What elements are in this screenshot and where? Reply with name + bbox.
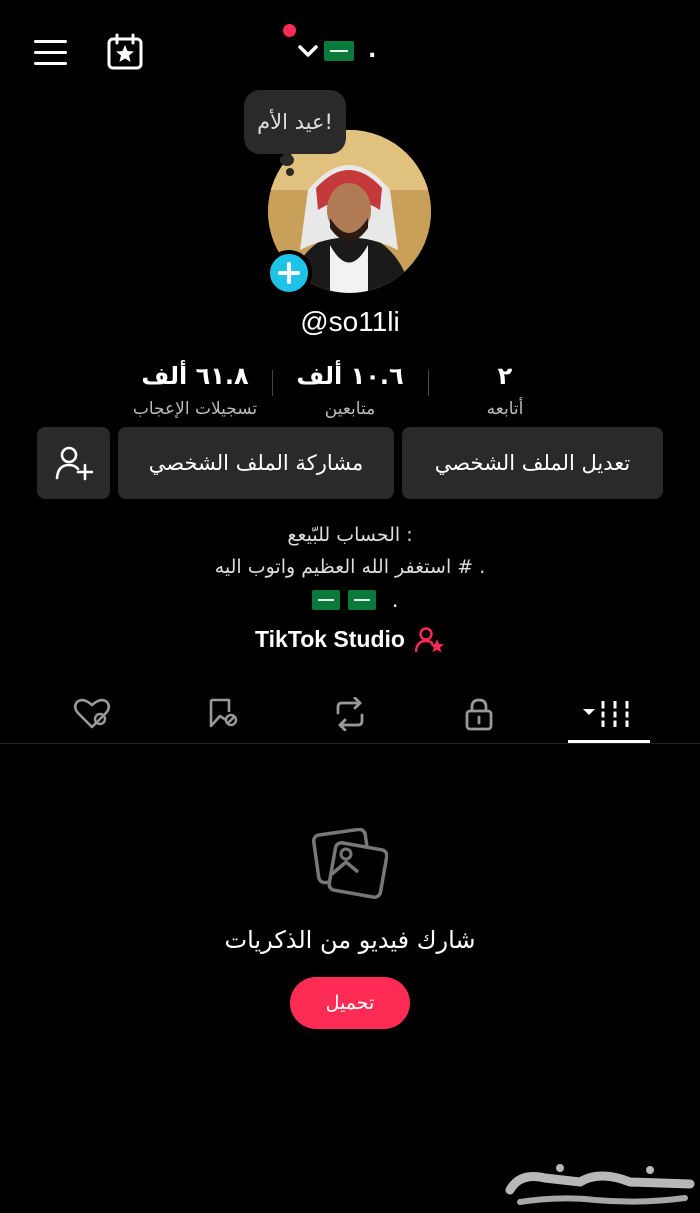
bio-line: استغفر الله العظيم واتوب اليه # . <box>214 556 486 578</box>
stat-value: ١٠.٦ ألف <box>296 362 404 390</box>
tab-reposts[interactable] <box>326 694 374 734</box>
plus-icon <box>278 262 300 284</box>
calendar-star-icon[interactable] <box>106 33 144 71</box>
repost-icon <box>336 697 364 731</box>
saudi-flag-icon <box>324 41 354 61</box>
stat-likes-label-wrap: تسجيلات الإعجاب <box>110 399 280 419</box>
add-user-icon <box>55 446 93 481</box>
bubble-tail <box>286 168 294 176</box>
bio-line: . <box>392 588 399 612</box>
add-story-button[interactable] <box>266 250 312 296</box>
stat-followers[interactable]: ١٠.٦ ألف <box>280 362 420 390</box>
stat-value: ٦١.٨ ألف <box>141 362 249 390</box>
profile-tabs <box>0 686 700 744</box>
stat-following-label-wrap: أتابعه <box>445 399 565 419</box>
bubble-tail <box>280 154 294 166</box>
creator-star-icon <box>414 626 444 652</box>
stat-divider <box>272 370 273 396</box>
bookmark-hidden-icon <box>209 698 238 728</box>
note-bubble[interactable]: عيد الأم! <box>244 90 346 154</box>
stat-value: ٢ <box>497 362 513 390</box>
stat-followers-label-wrap: متابعين <box>280 399 420 419</box>
upload-button[interactable]: تحميل <box>290 977 410 1029</box>
heart-hidden-icon <box>73 698 111 729</box>
stat-likes: ٦١.٨ ألف <box>115 362 275 390</box>
studio-label: TikTok Studio <box>255 626 405 652</box>
tab-liked[interactable] <box>68 694 116 734</box>
saudi-flag-icon <box>348 590 376 610</box>
grid-dropdown-icon <box>583 701 631 727</box>
bio-line: الحساب للبّيعع : <box>287 524 413 546</box>
username: @so11li <box>300 306 400 337</box>
tab-videos[interactable] <box>580 694 636 734</box>
menu-icon[interactable] <box>34 40 68 66</box>
photos-icon <box>311 827 389 904</box>
haraj-watermark-logo <box>500 1160 700 1210</box>
saudi-flag-icon <box>312 590 340 610</box>
bio-flags: . <box>312 588 398 612</box>
chevron-down-icon <box>298 45 318 57</box>
empty-state-message: شارك فيديو من الذكريات <box>224 926 476 954</box>
notification-dot <box>283 24 296 37</box>
account-switcher[interactable]: . <box>298 36 376 66</box>
edit-profile-button[interactable]: تعديل الملف الشخصي <box>402 427 663 499</box>
stat-divider <box>428 370 429 396</box>
tiktok-studio-link[interactable]: TikTok Studio <box>0 626 700 653</box>
stat-label: متابعين <box>324 399 376 419</box>
active-tab-indicator <box>568 740 650 743</box>
stat-label: أتابعه <box>486 399 524 419</box>
add-friend-button[interactable] <box>37 427 110 499</box>
tab-favorites[interactable] <box>198 694 246 734</box>
share-profile-button[interactable]: مشاركة الملف الشخصي <box>118 427 394 499</box>
header-dot: . <box>368 38 377 63</box>
tab-private[interactable] <box>455 694 503 734</box>
lock-icon <box>465 698 493 731</box>
stat-following[interactable]: ٢ <box>445 362 565 390</box>
stat-label: تسجيلات الإعجاب <box>132 399 258 419</box>
